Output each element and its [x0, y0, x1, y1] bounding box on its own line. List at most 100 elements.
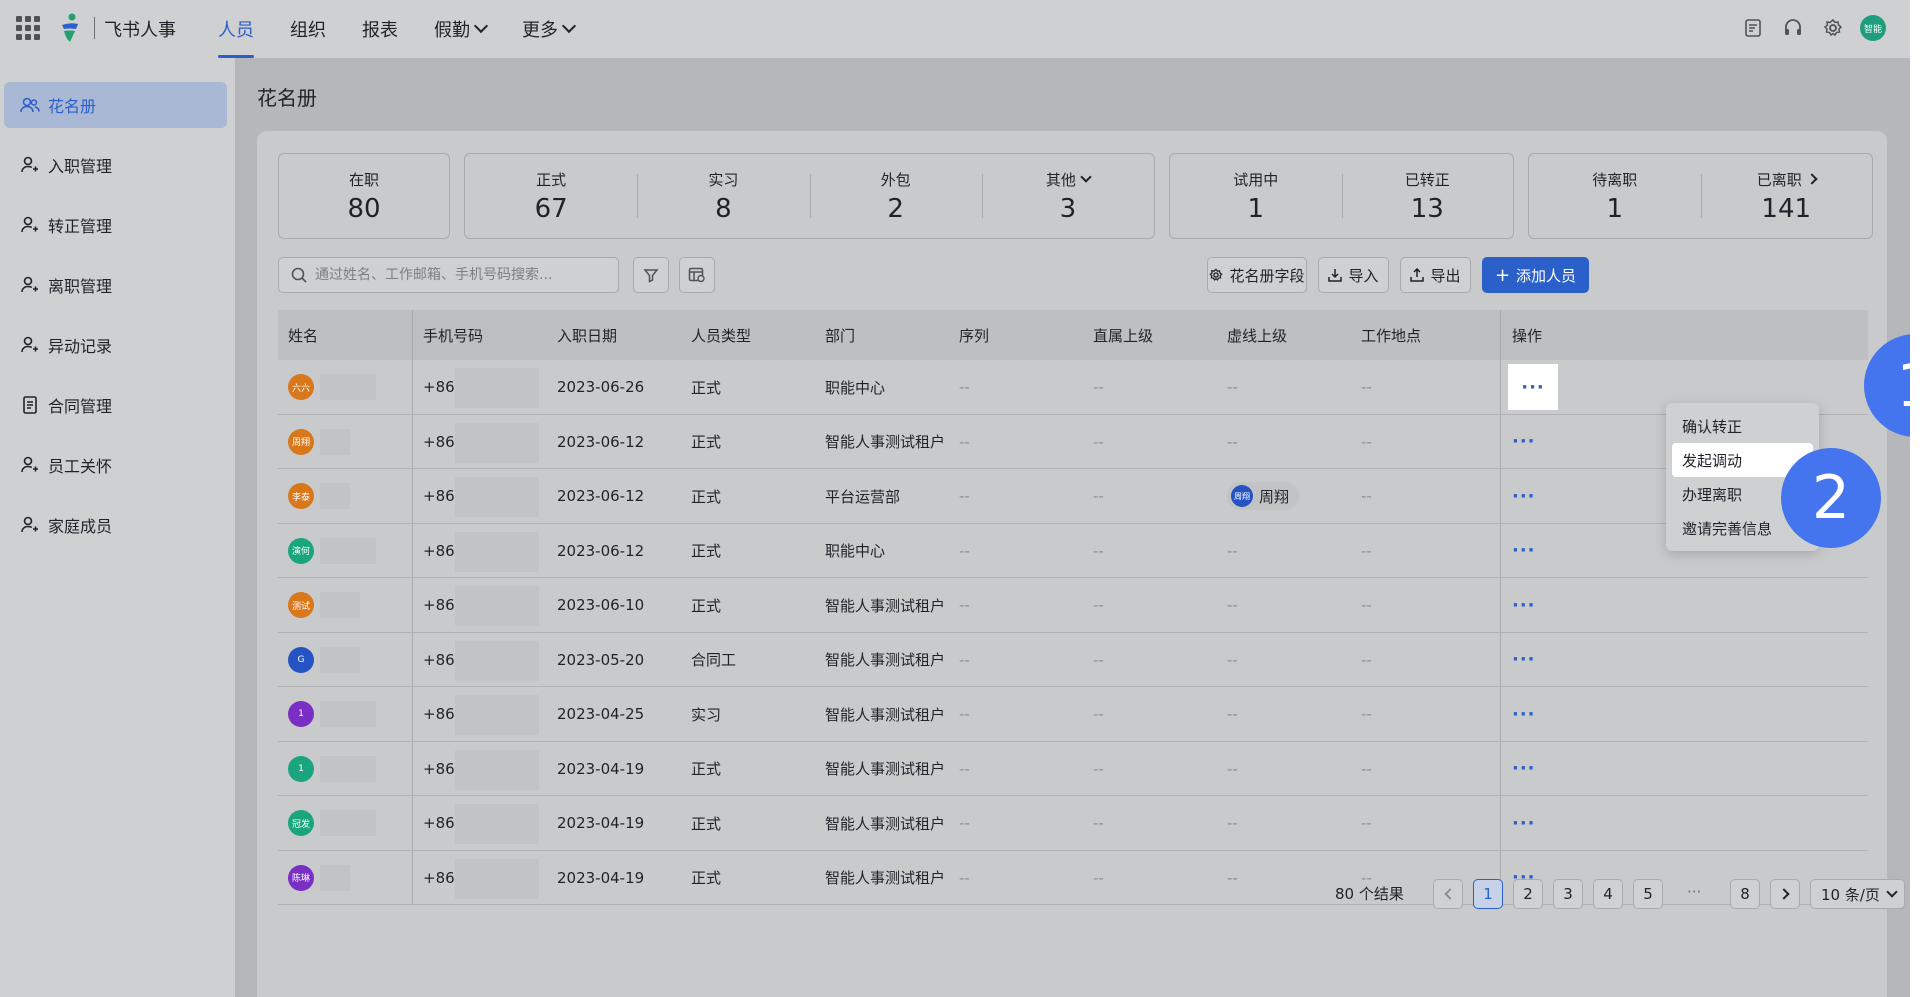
- type-cell: 实习: [691, 705, 722, 724]
- sidebar-item-7[interactable]: 家庭成员: [4, 502, 227, 548]
- table-row[interactable]: 演何 +86 2023-06-12 正式 职能中心 -- -- -- -- ···: [278, 523, 1868, 578]
- name-cell[interactable]: 1: [288, 687, 314, 741]
- page-ellipsis[interactable]: ···: [1687, 883, 1701, 901]
- more-actions-button[interactable]: ···: [1512, 524, 1536, 578]
- name-cell[interactable]: G: [288, 633, 314, 687]
- sidebar-item-0[interactable]: 花名册: [4, 82, 227, 128]
- table-row[interactable]: 六六 +86 2023-06-26 正式 职能中心 -- -- -- -- ···: [278, 360, 1868, 415]
- stat-group4-1[interactable]: 已离职 141: [1700, 154, 1873, 238]
- table-row[interactable]: 1 +86 2023-04-25 实习 智能人事测试租户 -- -- -- -- ···: [278, 687, 1868, 742]
- column-header[interactable]: 入职日期: [557, 310, 617, 360]
- menu-item-0[interactable]: 确认转正: [1672, 409, 1813, 443]
- chevron-right-icon: [1777, 888, 1790, 900]
- page-button[interactable]: 3: [1553, 879, 1583, 909]
- more-actions-button[interactable]: ···: [1512, 415, 1536, 469]
- stats-bar: 在职 80 正式 67 实习 8 外包 2 其他 3 试用中 1 已转正 13 待离职 1 已离职 141: [278, 153, 1873, 239]
- approval-icon[interactable]: [1740, 15, 1766, 41]
- stat-group2-1[interactable]: 实习 8: [637, 154, 809, 238]
- sidebar-item-5[interactable]: 合同管理: [4, 382, 227, 428]
- add-person-button[interactable]: + 添加人员: [1482, 257, 1589, 293]
- roster-fields-button[interactable]: 花名册字段: [1207, 257, 1307, 293]
- chevron-right-icon: [1806, 173, 1818, 185]
- more-actions-button[interactable]: ···: [1512, 687, 1536, 741]
- more-actions-button[interactable]: ···: [1512, 469, 1536, 523]
- headset-icon[interactable]: [1780, 15, 1806, 41]
- column-header[interactable]: 虚线上级: [1227, 310, 1287, 360]
- column-header[interactable]: 部门: [825, 310, 855, 360]
- filter-button[interactable]: [633, 257, 669, 293]
- search-box[interactable]: [278, 257, 619, 293]
- import-button[interactable]: 导入: [1318, 257, 1389, 293]
- column-header[interactable]: 手机号码: [423, 310, 483, 360]
- column-header[interactable]: 操作: [1512, 310, 1542, 360]
- table-row[interactable]: 冠发 +86 2023-04-19 正式 智能人事测试租户 -- -- -- -- ···: [278, 796, 1868, 851]
- search-input[interactable]: [315, 267, 595, 283]
- name-cell[interactable]: 李泰: [288, 469, 314, 523]
- page-button[interactable]: 4: [1593, 879, 1623, 909]
- prev-page-button[interactable]: [1433, 879, 1463, 909]
- nav-item-3[interactable]: 假勤: [416, 0, 504, 58]
- app-grid-icon[interactable]: [16, 16, 40, 40]
- sidebar-item-1[interactable]: 入职管理: [4, 142, 227, 188]
- next-page-button[interactable]: [1770, 879, 1800, 909]
- page-button[interactable]: 8: [1730, 879, 1760, 909]
- column-settings-button[interactable]: [679, 257, 715, 293]
- name-cell[interactable]: 冠发: [288, 796, 314, 850]
- stat-group2-0[interactable]: 正式 67: [465, 154, 637, 238]
- dept-cell: 智能人事测试租户: [825, 433, 946, 451]
- stat-group2-3[interactable]: 其他 3: [981, 154, 1154, 238]
- stat-group3-0[interactable]: 试用中 1: [1170, 154, 1342, 238]
- column-header[interactable]: 姓名: [288, 310, 318, 360]
- main-nav: 人员 组织 报表 假勤 更多: [200, 0, 592, 58]
- nav-item-2[interactable]: 报表: [344, 0, 416, 58]
- stat-group3-1[interactable]: 已转正 13: [1341, 154, 1514, 238]
- table-row[interactable]: 李泰 +86 2023-06-12 正式 平台运营部 -- -- 周翔 周翔 -- ···: [278, 469, 1868, 524]
- stat-group2-2[interactable]: 外包 2: [809, 154, 982, 238]
- page-button[interactable]: 5: [1633, 879, 1663, 909]
- name-cell[interactable]: 演何: [288, 524, 314, 578]
- table-row[interactable]: 测试 +86 2023-06-10 正式 智能人事测试租户 -- -- -- -- ···: [278, 578, 1868, 633]
- dotted-cell: 周翔 周翔: [1227, 469, 1300, 523]
- sidebar-item-3[interactable]: 离职管理: [4, 262, 227, 308]
- nav-item-0[interactable]: 人员: [200, 0, 272, 58]
- stat-group4-0[interactable]: 待离职 1: [1529, 154, 1701, 238]
- more-actions-button[interactable]: ···: [1512, 633, 1536, 687]
- name-cell[interactable]: 六六: [288, 360, 314, 414]
- document-icon: [23, 396, 37, 414]
- column-header[interactable]: 序列: [959, 310, 989, 360]
- export-button[interactable]: 导出: [1400, 257, 1471, 293]
- column-header[interactable]: 人员类型: [691, 310, 751, 360]
- table-row[interactable]: G +86 2023-05-20 合同工 智能人事测试租户 -- -- -- -- ···: [278, 632, 1868, 687]
- type-cell: 正式: [691, 542, 722, 560]
- more-actions-button[interactable]: ···: [1512, 578, 1536, 632]
- name-cell[interactable]: 测试: [288, 578, 314, 632]
- gear-icon[interactable]: [1820, 15, 1846, 41]
- sidebar-item-4[interactable]: 异动记录: [4, 322, 227, 368]
- more-actions-button[interactable]: ···: [1512, 742, 1536, 796]
- nav-item-4[interactable]: 更多: [504, 0, 592, 58]
- type-cell: 正式: [691, 760, 722, 778]
- stat-group1-0[interactable]: 在职 80: [279, 154, 449, 238]
- column-header[interactable]: 工作地点: [1361, 310, 1421, 360]
- user-avatar[interactable]: 智能: [1860, 15, 1886, 41]
- name-cell[interactable]: 周翔: [288, 415, 314, 469]
- dept-cell: 平台运营部: [825, 487, 901, 506]
- page-size-select[interactable]: 10 条/页: [1810, 879, 1905, 909]
- table-row[interactable]: 周翔 +86 2023-06-12 正式 智能人事测试租户 -- -- -- -- ···: [278, 414, 1868, 469]
- column-header[interactable]: 直属上级: [1093, 310, 1153, 360]
- more-actions-button[interactable]: ···: [1512, 796, 1536, 850]
- more-actions-button[interactable]: ···: [1508, 364, 1558, 410]
- roster-fields-label: 花名册字段: [1229, 266, 1305, 285]
- page-button[interactable]: 1: [1473, 879, 1503, 909]
- redacted-phone: [455, 640, 539, 681]
- page-button[interactable]: 2: [1513, 879, 1543, 909]
- stat-group-leaving: 待离职 1 已离职 141: [1528, 153, 1873, 239]
- sidebar-item-2[interactable]: 转正管理: [4, 202, 227, 248]
- person-chip[interactable]: 周翔 周翔: [1227, 482, 1300, 510]
- avatar: 1: [288, 755, 314, 782]
- column-divider: [1500, 687, 1501, 741]
- table-row[interactable]: 1 +86 2023-04-19 正式 智能人事测试租户 -- -- -- -- ···: [278, 741, 1868, 796]
- name-cell[interactable]: 1: [288, 742, 314, 796]
- sidebar-item-6[interactable]: 员工关怀: [4, 442, 227, 488]
- nav-item-1[interactable]: 组织: [272, 0, 344, 58]
